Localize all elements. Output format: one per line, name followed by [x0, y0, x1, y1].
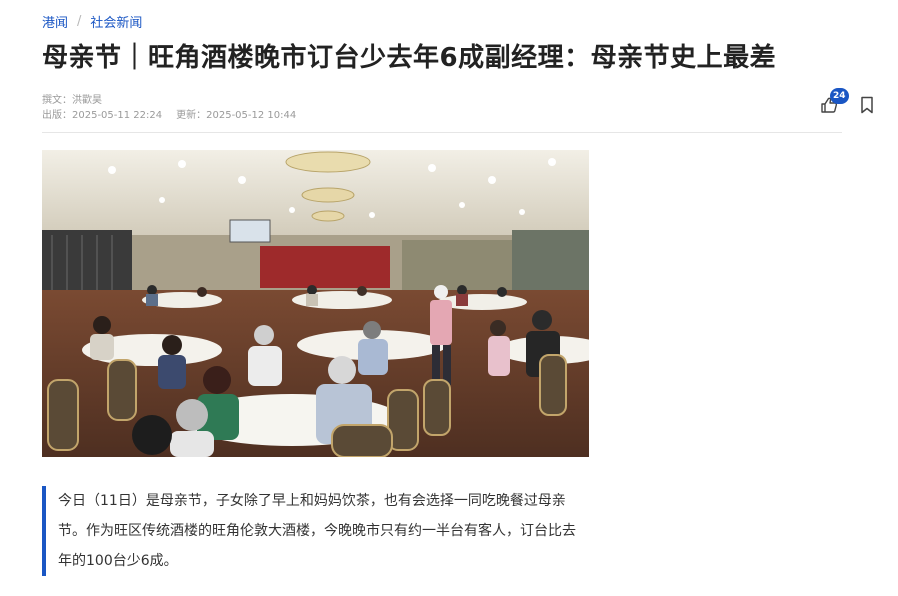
- updated-time: 更新：2025-05-12 10:44: [176, 110, 297, 121]
- article-photo: [42, 150, 589, 457]
- published-time: 出版：2025-05-11 22:24: [42, 110, 163, 121]
- bookmark-button[interactable]: [856, 92, 878, 118]
- like-button[interactable]: 24: [816, 88, 849, 118]
- article-summary: 今日（11日）是母亲节，子女除了早上和妈妈饮茶，也有会选择一同吃晚餐过母亲节。作…: [42, 486, 587, 576]
- breadcrumb-separator: /: [77, 13, 82, 29]
- bookmark-icon: [861, 96, 873, 114]
- reporter-byline: 撰文：洪歡昊: [42, 95, 102, 106]
- article-meta: 撰文：洪歡昊 出版：2025-05-11 22:24 更新：2025-05-12…: [42, 93, 296, 123]
- like-count-badge: 24: [830, 88, 849, 104]
- restaurant-dining-hall-photo: [42, 150, 589, 457]
- breadcrumb: 港闻 / 社会新闻: [42, 12, 142, 31]
- article-actions: 24: [816, 88, 878, 118]
- header-divider: [42, 132, 842, 133]
- breadcrumb-link-social-news[interactable]: 社会新闻: [90, 12, 142, 31]
- breadcrumb-link-hk-news[interactable]: 港闻: [42, 12, 68, 31]
- article-headline: 母亲节｜旺角酒楼晚市订台少去年6成副经理：母亲节史上最差: [42, 43, 777, 73]
